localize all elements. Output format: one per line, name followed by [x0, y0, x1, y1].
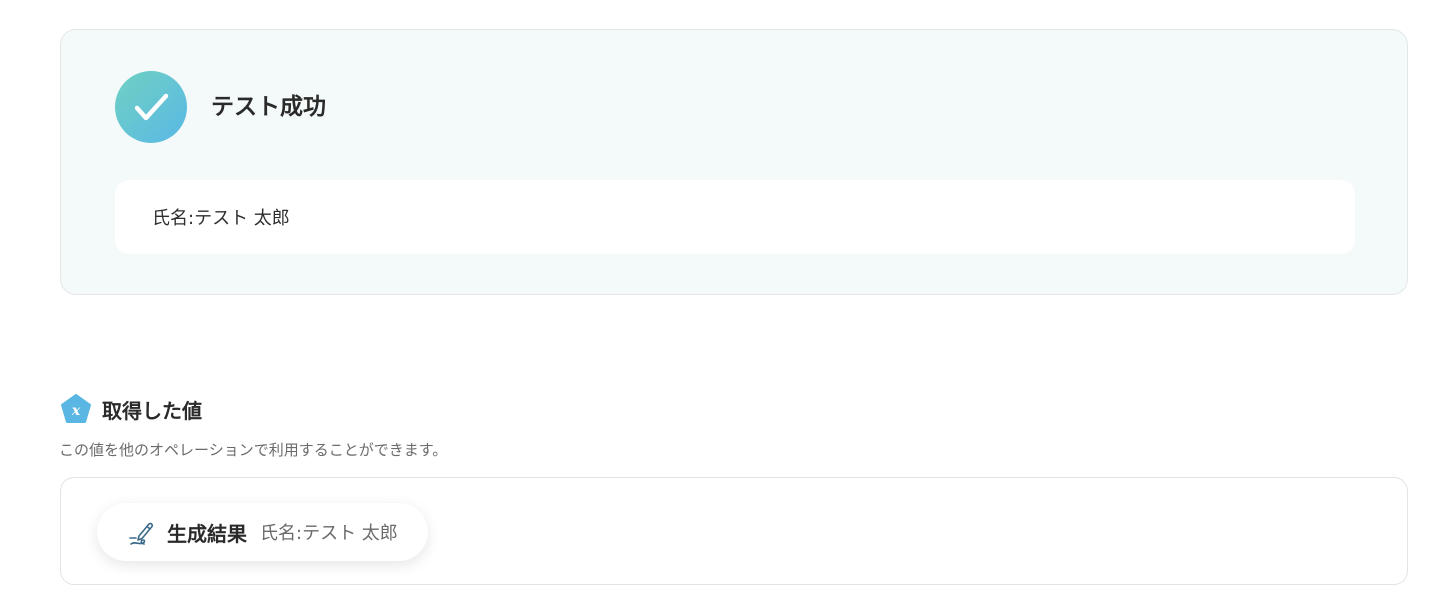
test-success-card: テスト成功 氏名:テスト 太郎 — [60, 29, 1408, 295]
svg-text:x: x — [71, 403, 81, 419]
pen-icon — [129, 522, 154, 545]
test-status-title: テスト成功 — [211, 94, 326, 120]
value-chip-value: 氏名:テスト 太郎 — [260, 523, 398, 544]
test-output-text: 氏名:テスト 太郎 — [152, 208, 290, 229]
acquired-values-box: 生成結果 氏名:テスト 太郎 — [60, 477, 1408, 585]
value-chip-label: 生成結果 — [167, 521, 247, 546]
acquired-values-description: この値を他のオペレーションで利用することができます。 — [59, 441, 448, 459]
variable-icon: x — [61, 394, 91, 423]
check-icon — [115, 71, 187, 143]
test-output-box: 氏名:テスト 太郎 — [115, 180, 1355, 254]
value-chip-generated-result[interactable]: 生成結果 氏名:テスト 太郎 — [97, 503, 428, 561]
acquired-values-title: 取得した値 — [102, 398, 202, 423]
page: テスト成功 氏名:テスト 太郎 x 取得した値 この値を他のオペレーションで利用… — [0, 0, 1452, 610]
acquired-values-header: x 取得した値 — [60, 393, 202, 425]
